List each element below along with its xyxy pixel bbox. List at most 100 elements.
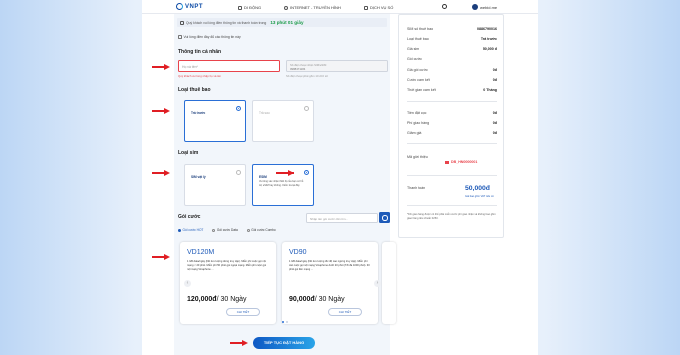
tab-hot-packages[interactable]: Gói cước HOT (178, 228, 203, 232)
summary-value: 0 Tháng (483, 88, 497, 92)
nav-item-internet[interactable]: INTERNET - TRUYỀN HÌNH (284, 5, 341, 10)
pagination-dot[interactable] (282, 321, 284, 323)
red-arrow-pointer-icon (152, 64, 170, 70)
divider (407, 175, 497, 176)
summary-label: SIM số thuê bao (407, 27, 434, 31)
required-info-checkbox[interactable]: Vui lòng điền đầy đủ các thông tin này (178, 35, 241, 39)
radio-selected-icon (236, 106, 241, 111)
price-period: / 30 Ngày (216, 296, 247, 303)
package-search-button[interactable] (379, 212, 390, 223)
pagination-dot[interactable] (286, 321, 288, 323)
flag-icon (445, 160, 449, 164)
summary-value: 0đ (492, 68, 497, 72)
order-summary-panel: SIM số thuê bao 0886790016 Loại thuê bao T… (398, 14, 504, 238)
user-name: webid.me (480, 4, 498, 10)
price-value: 90,000đ (289, 296, 315, 303)
package-search-input[interactable]: Nhập tên gói cước cần tìm... (306, 213, 378, 223)
summary-label: Giảm giá (407, 131, 422, 135)
summary-label: Gói cước (407, 57, 422, 61)
globe-icon (284, 5, 288, 10)
package-tabs: Gói cước HOT Gói cước Data Gói cước Comb… (178, 228, 276, 232)
tab-label: Gói cước Data (216, 228, 238, 232)
card-label: Trả trước (191, 111, 206, 115)
summary-row: Tiền đặt cọc 0đ (407, 111, 497, 115)
summary-label: Cước cam kết (407, 78, 430, 82)
card-label: SIM vật lý (191, 175, 206, 179)
sub-type-prepaid-card[interactable]: Trả trước (184, 100, 246, 142)
vnpt-logo-icon (176, 3, 183, 10)
full-name-input[interactable]: Họ và tên* (178, 60, 280, 72)
subscription-type-heading: Loại thuê bao (178, 87, 211, 93)
package-detail-button[interactable]: CHI TIẾT (328, 308, 362, 316)
promo-code[interactable]: DB_HN0000001 (445, 160, 477, 164)
pay-label: Thanh toán (407, 186, 426, 190)
summary-row: Giá sim 50,000 đ (407, 47, 497, 51)
divider (407, 205, 497, 206)
phone-number-field: Số điện thoại nhận SIM/eSIM 0988471184 (286, 60, 388, 72)
summary-row: Giảm giá 0đ (407, 131, 497, 135)
card-label: ESIM (259, 175, 267, 179)
card-label: Trả sau (259, 111, 270, 115)
summary-label: Phí giao hàng (407, 121, 430, 125)
tab-data-packages[interactable]: Gói cước Data (212, 228, 238, 232)
total-note: Giá bao gồm VAT nếu có (465, 195, 494, 198)
tab-radio-icon (178, 228, 181, 232)
carousel-pagination (282, 321, 288, 323)
top-nav: VNPT DI ĐỘNG INTERNET - TRUYỀN HÌNH DỊCH… (142, 0, 538, 14)
package-price: 90,000đ/ 30 Ngày (289, 296, 345, 303)
summary-label: Giá sim (407, 47, 420, 51)
promo-code-value: DB_HN0000001 (451, 160, 478, 164)
summary-value: 0886790016 (477, 27, 497, 31)
phone-icon (238, 5, 242, 10)
brand-name: VNPT (185, 3, 204, 10)
carousel-next-icon[interactable]: › (374, 280, 381, 287)
summary-row: Loại thuê bao Trả trước (407, 37, 497, 41)
radio-icon (236, 170, 241, 175)
summary-row: Thời gian cam kết 0 Tháng (407, 88, 497, 92)
sim-type-physical-card[interactable]: SIM vật lý (184, 164, 246, 206)
summary-label: Loại thuê bao (407, 37, 429, 41)
user-menu[interactable]: webid.me (472, 4, 497, 10)
package-card-vd120m[interactable]: VD120M 1 GB data/ngày (hết lưu lượng dừn… (180, 242, 276, 324)
tab-radio-icon (246, 228, 250, 232)
summary-row: Cước cam kết 0đ (407, 78, 497, 82)
summary-row: Phí giao hàng 0đ (407, 121, 497, 125)
continue-order-button[interactable]: TIẾP TỤC ĐẶT HÀNG (253, 337, 315, 349)
full-name-error: Quý khách vui lòng nhập họ và tên (178, 74, 222, 78)
summary-value: 0đ (492, 121, 497, 125)
nav-item-digital[interactable]: DỊCH VỤ SỐ (364, 5, 393, 10)
red-arrow-pointer-icon (152, 170, 170, 176)
divider (407, 143, 497, 144)
price-period: / 30 Ngày (314, 296, 345, 303)
carousel-prev-icon[interactable]: ‹ (184, 280, 191, 287)
nav-item-label: INTERNET - TRUYỀN HÌNH (290, 5, 341, 10)
package-name: VD120M (187, 249, 215, 256)
total-amount: 50,000đ (465, 185, 490, 192)
countdown-timer: 13 phút 01 giây (270, 20, 304, 25)
esim-check-note: Vui lòng xác nhận thiết bị của bạn có hỗ… (259, 180, 304, 187)
checkbox-box[interactable] (178, 35, 182, 39)
search-icon[interactable] (442, 4, 447, 9)
red-arrow-pointer-icon (276, 170, 294, 176)
personal-info-heading: Thông tin cá nhân (178, 49, 222, 55)
notice-text: Quý khách vui lòng điền thông tin và tha… (186, 20, 267, 25)
nav-item-label: DI ĐỘNG (244, 5, 262, 10)
packages-heading: Gói cước (178, 214, 201, 220)
package-card-next[interactable] (382, 242, 396, 324)
clock-icon (180, 20, 184, 25)
summary-value: 0đ (492, 111, 497, 115)
checkbox-label: Vui lòng điền đầy đủ các thông tin này (183, 35, 241, 39)
summary-row: Giá gói cước 0đ (407, 68, 497, 72)
nav-item-mobile[interactable]: DI ĐỘNG (238, 5, 261, 10)
tab-combo-packages[interactable]: Gói cước Combo (246, 228, 276, 232)
package-detail-button[interactable]: CHI TIẾT (226, 308, 260, 316)
promo-label: Mã giới thiệu (407, 155, 428, 159)
sim-type-heading: Loại sim (178, 150, 199, 156)
summary-label: Tiền đặt cọc (407, 111, 427, 115)
radio-icon (304, 106, 309, 111)
payment-timer-notice: Quý khách vui lòng điền thông tin và tha… (177, 18, 387, 27)
vnpt-logo[interactable]: VNPT (176, 3, 203, 10)
sub-type-postpaid-card[interactable]: Trả sau (252, 100, 314, 142)
browser-page: VNPT DI ĐỘNG INTERNET - TRUYỀN HÌNH DỊCH… (142, 0, 538, 355)
package-card-vd90[interactable]: VD90 1 GB data/ngày (hết lưu lượng tốc đ… (282, 242, 378, 324)
